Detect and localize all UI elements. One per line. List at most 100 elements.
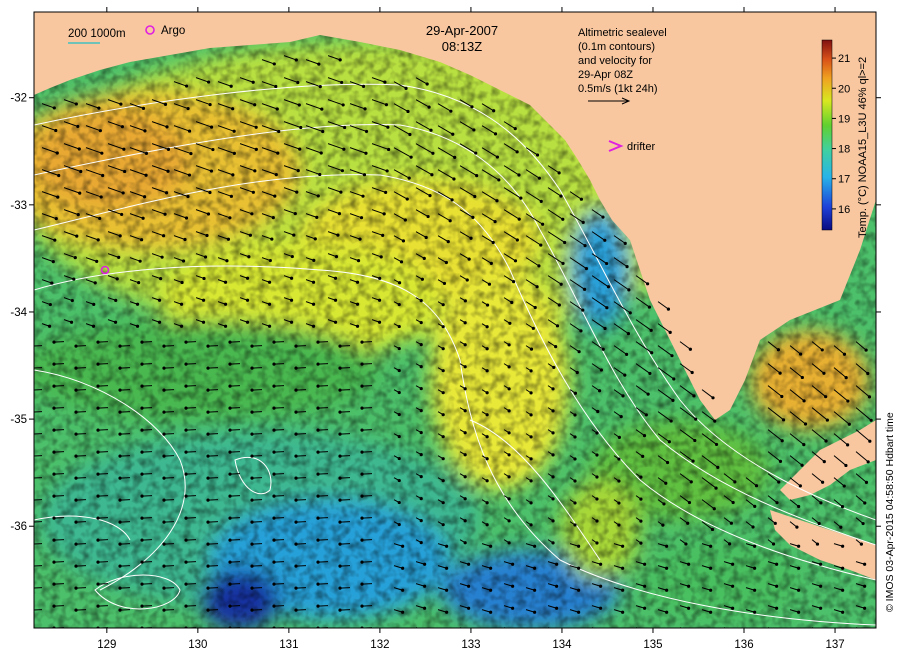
velocity-arrow-head — [863, 562, 867, 566]
velocity-arrow-head — [74, 564, 78, 568]
velocity-arrow-head — [507, 453, 511, 457]
velocity-arrow-head — [669, 419, 673, 423]
velocity-arrow-head — [203, 255, 208, 259]
velocity-arrow-head — [563, 240, 567, 245]
velocity-arrow-head — [30, 499, 33, 502]
velocity-arrow-head — [272, 472, 276, 476]
velocity-arrow-head — [52, 560, 56, 564]
velocity-arrow-head — [583, 287, 587, 291]
velocity-arrow-head — [507, 431, 511, 435]
velocity-arrow-head — [206, 212, 211, 216]
velocity-arrow-head — [338, 432, 342, 436]
velocity-arrow-head — [551, 519, 555, 523]
velocity-arrow-head — [143, 129, 147, 133]
velocity-arrow-head — [251, 190, 255, 194]
velocity-arrow-head — [519, 196, 523, 200]
velocity-arrow-head — [187, 173, 192, 177]
velocity-arrow-head — [184, 384, 188, 388]
velocity-arrow-head — [507, 365, 511, 369]
velocity-arrow-head — [584, 266, 589, 271]
velocity-arrow-head — [441, 391, 445, 395]
velocity-arrow-head — [573, 457, 577, 461]
velocity-arrow-head — [798, 484, 802, 488]
velocity-arrow-head — [777, 480, 781, 484]
velocity-arrow-head — [209, 169, 214, 173]
velocity-arrow-head — [533, 588, 537, 592]
velocity-arrow-head — [555, 562, 559, 566]
velocity-arrow-head — [397, 500, 401, 505]
velocity-arrow-head — [294, 498, 298, 502]
velocity-arrow-head — [599, 606, 603, 610]
velocity-arrow-head — [485, 413, 489, 417]
velocity-arrow-head — [869, 418, 873, 422]
velocity-arrow-head — [822, 459, 826, 464]
velocity-arrow-head — [360, 538, 364, 542]
velocity-arrow-head — [184, 560, 188, 564]
velocity-arrow-head — [184, 538, 188, 542]
velocity-arrow-head — [577, 544, 581, 548]
velocity-arrow-head — [319, 151, 323, 155]
velocity-arrow-head — [694, 417, 698, 421]
velocity-arrow-head — [232, 151, 236, 155]
velocity-arrow-head — [96, 516, 100, 520]
velocity-arrow-head — [339, 190, 343, 194]
velocity-arrow-head — [551, 475, 555, 479]
velocity-arrow-head — [596, 409, 600, 414]
info-line-3: and velocity for — [578, 55, 652, 67]
velocity-arrow-head — [338, 498, 342, 502]
velocity-arrow-head — [316, 582, 320, 586]
velocity-arrow-head — [334, 254, 339, 259]
velocity-arrow-head — [667, 440, 671, 444]
velocity-arrow-head — [672, 377, 676, 381]
velocity-arrow-head — [605, 306, 609, 310]
velocity-arrow-head — [118, 454, 122, 458]
velocity-arrow-head — [162, 366, 166, 370]
velocity-arrow-head — [209, 125, 214, 129]
velocity-arrow-head — [162, 432, 166, 436]
velocity-arrow-head — [406, 109, 410, 114]
velocity-arrow-head — [386, 125, 390, 129]
velocity-arrow-head — [267, 302, 272, 306]
velocity-arrow-head — [207, 80, 211, 84]
velocity-arrow-head — [184, 450, 188, 454]
velocity-arrow-head — [228, 428, 232, 432]
velocity-arrow-head — [551, 497, 555, 501]
velocity-arrow-head — [294, 410, 298, 414]
velocity-arrow-head — [96, 604, 100, 608]
velocity-arrow-head — [296, 80, 300, 85]
velocity-arrow-head — [666, 307, 671, 311]
velocity-arrow-head — [272, 516, 276, 520]
velocity-arrow-head — [96, 472, 100, 476]
velocity-arrow-head — [294, 586, 298, 590]
velocity-arrow-head — [316, 494, 320, 498]
velocity-arrow-head — [79, 169, 83, 174]
velocity-arrow-head — [231, 173, 235, 177]
velocity-arrow-head — [515, 150, 519, 154]
velocity-arrow-head — [507, 343, 511, 347]
velocity-arrow-head — [294, 432, 298, 436]
velocity-arrow-head — [118, 564, 122, 568]
velocity-arrow-head — [181, 259, 186, 263]
velocity-arrow-head — [52, 406, 56, 410]
velocity-arrow-head — [709, 588, 713, 592]
velocity-arrow-head — [797, 610, 801, 614]
velocity-arrow-head — [507, 497, 511, 501]
velocity-arrow-head — [140, 450, 144, 454]
velocity-arrow-head — [664, 481, 668, 485]
velocity-arrow-head — [50, 281, 54, 285]
velocity-arrow-head — [56, 195, 60, 199]
velocity-arrow-head — [445, 566, 449, 570]
velocity-arrow-head — [338, 520, 342, 524]
velocity-arrow-head — [250, 608, 254, 612]
velocity-arrow-head — [606, 285, 611, 289]
velocity-arrow-head — [206, 631, 209, 634]
velocity-arrow-head — [250, 454, 254, 458]
velocity-arrow-head — [471, 215, 475, 219]
velocity-arrow-head — [529, 523, 533, 527]
velocity-arrow-head — [441, 413, 445, 417]
velocity-arrow-head — [52, 582, 56, 586]
velocity-arrow-head — [338, 410, 342, 414]
velocity-arrow-head — [581, 220, 585, 225]
velocity-arrow-head — [507, 387, 511, 391]
velocity-arrow-head — [312, 258, 316, 262]
